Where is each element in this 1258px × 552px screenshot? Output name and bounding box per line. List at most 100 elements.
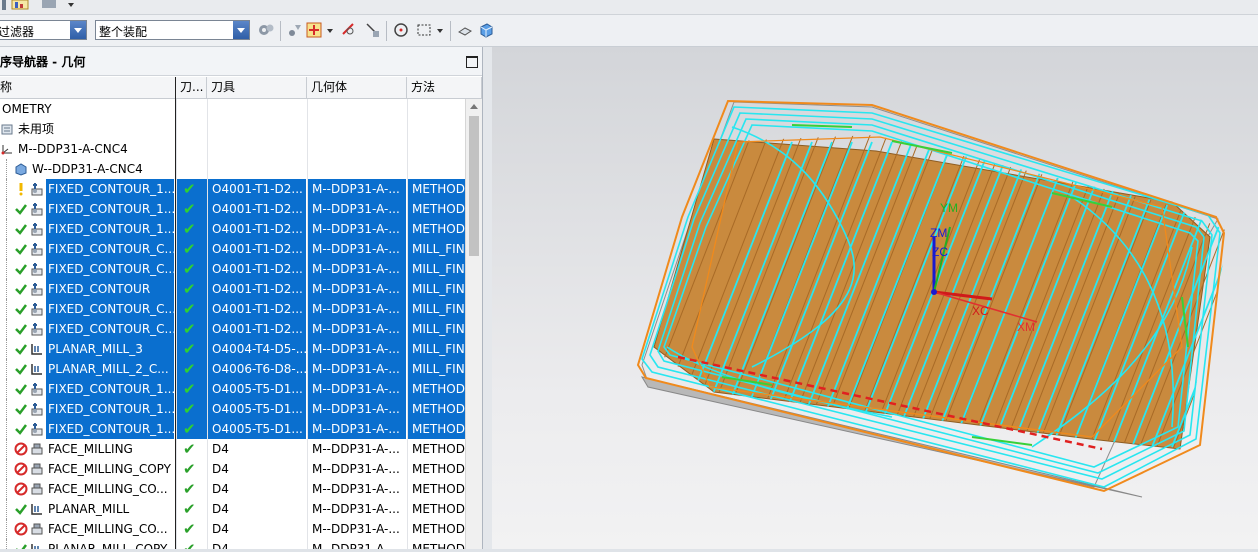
toolbar-separator	[450, 21, 451, 41]
face-milling-icon	[30, 462, 44, 476]
planar-mill-icon	[30, 502, 44, 516]
table-row[interactable]: FIXED_CONTOUR_1... ✔ O4005-T5-D1... M--DDP3…	[0, 379, 465, 399]
maximize-icon[interactable]	[466, 56, 478, 68]
row-name-cell[interactable]: FIXED_CONTOUR_1...	[0, 219, 174, 239]
graphics-viewport[interactable]: YM ZM ZC XC XM	[492, 47, 1258, 549]
row-name-cell[interactable]: FIXED_CONTOUR_C...	[0, 319, 174, 339]
table-row[interactable]: FIXED_CONTOUR_1... ✔ O4005-T5-D1... M--DDP3…	[0, 419, 465, 439]
wireframe-view-icon[interactable]	[457, 22, 473, 38]
panel-splitter[interactable]	[483, 47, 492, 549]
endpoint-snap-icon[interactable]	[341, 22, 357, 38]
table-row[interactable]: PLANAR_MILL_3 ✔ O4004-T4-D5-... M--DDP31-A-…	[0, 339, 465, 359]
column-header-tool[interactable]: 刀具	[207, 77, 307, 98]
row-name-cell[interactable]: FIXED_CONTOUR_C...	[0, 239, 174, 259]
row-name-label: FIXED_CONTOUR_1...	[46, 399, 174, 419]
row-name-cell[interactable]: FIXED_CONTOUR_1...	[0, 399, 174, 419]
table-row[interactable]: FIXED_CONTOUR_C... ✔ O4001-T1-D2... M--DDP3…	[0, 319, 465, 339]
row-name-cell[interactable]: FIXED_CONTOUR_C...	[0, 259, 174, 279]
face-milling-icon	[30, 482, 44, 496]
row-name-cell[interactable]: FACE_MILLING	[0, 439, 174, 459]
row-name-cell[interactable]: PLANAR_MILL	[0, 499, 174, 519]
table-row[interactable]: FIXED_CONTOUR ✔ O4001-T1-D2... M--DDP31-A-.…	[0, 279, 465, 299]
table-row[interactable]: PLANAR_MILL_COPY ✔ D4 M--DDP31-A-... METHOD	[0, 539, 465, 549]
row-name-cell[interactable]: FIXED_CONTOUR	[0, 279, 174, 299]
row-name-cell[interactable]: M--DDP31-A-CNC4	[0, 139, 174, 159]
rectangle-select-icon[interactable]	[416, 22, 432, 38]
row-name-cell[interactable]: OMETRY	[0, 99, 174, 119]
chevron-down-icon[interactable]	[326, 22, 334, 38]
table-row[interactable]: 未用项	[0, 119, 465, 139]
toolpath-status-cell: ✔	[176, 479, 207, 499]
point-select-icon[interactable]	[306, 22, 322, 38]
row-name-cell[interactable]: FIXED_CONTOUR_1...	[0, 419, 174, 439]
shaded-body-icon[interactable]	[478, 22, 494, 38]
table-row[interactable]: FIXED_CONTOUR_C... ✔ O4001-T1-D2... M--DDP3…	[0, 239, 465, 259]
row-name-cell[interactable]: FIXED_CONTOUR_1...	[0, 179, 174, 199]
workpiece-icon	[14, 162, 28, 176]
axis-label-ym: YM	[940, 201, 958, 215]
chart-toolbar-icon[interactable]	[10, 0, 32, 10]
table-row[interactable]: FIXED_CONTOUR_1... ✔ O4005-T5-D1... M--DDP3…	[0, 399, 465, 419]
table-row[interactable]: PLANAR_MILL ✔ D4 M--DDP31-A-... METHOD	[0, 499, 465, 519]
fixed-contour-icon	[30, 262, 44, 276]
center-point-icon[interactable]	[393, 22, 409, 38]
table-row[interactable]: M--DDP31-A-CNC4	[0, 139, 465, 159]
snap-point-icon[interactable]	[287, 22, 303, 38]
row-name-label: FIXED_CONTOUR	[46, 279, 174, 299]
gear-filter-icon[interactable]	[258, 22, 274, 38]
view-dropdown-icon[interactable]	[40, 0, 76, 10]
toolpath-status-cell	[176, 159, 207, 179]
table-row[interactable]: FACE_MILLING_COPY ✔ D4 M--DDP31-A-... METHOD	[0, 459, 465, 479]
row-name-cell[interactable]: PLANAR_MILL_3	[0, 339, 174, 359]
pick-geometry-icon[interactable]	[364, 22, 380, 38]
row-name-cell[interactable]: FACE_MILLING_CO...	[0, 479, 174, 499]
chevron-down-icon[interactable]	[70, 21, 86, 39]
table-row[interactable]: OMETRY	[0, 99, 465, 119]
column-header-geometry[interactable]: 几何体	[307, 77, 407, 98]
row-name-cell[interactable]: 未用项	[0, 119, 174, 139]
row-name-cell[interactable]: FIXED_CONTOUR_1...	[0, 379, 174, 399]
row-name-cell[interactable]: PLANAR_MILL_2_C...	[0, 359, 174, 379]
scroll-up-icon[interactable]	[470, 104, 478, 109]
complete-check-icon	[14, 222, 28, 236]
table-row[interactable]: FIXED_CONTOUR_1... ✔ O4001-T1-D2... M--DDP3…	[0, 199, 465, 219]
table-row[interactable]: FACE_MILLING_CO... ✔ D4 M--DDP31-A-... METHO…	[0, 479, 465, 499]
toolpath-scene[interactable]: YM ZM ZC XC XM	[492, 47, 1258, 549]
chevron-down-icon[interactable]	[436, 22, 444, 38]
row-name-cell[interactable]: W--DDP31-A-CNC4	[0, 159, 174, 179]
table-row[interactable]: FACE_MILLING_CO... ✔ D4 M--DDP31-A-... METHO…	[0, 519, 465, 539]
row-name-cell[interactable]: PLANAR_MILL_COPY	[0, 539, 174, 549]
tool-cell	[207, 99, 306, 119]
check-icon: ✔	[183, 180, 196, 198]
type-filter-dropdown[interactable]: 过滤器	[0, 20, 87, 40]
toolbar-partial-icon[interactable]	[2, 0, 6, 10]
tree-line	[6, 359, 8, 379]
geometry-cell: M--DDP31-A-...	[307, 379, 406, 399]
row-name-cell[interactable]: FIXED_CONTOUR_1...	[0, 199, 174, 219]
table-row[interactable]: PLANAR_MILL_2_C... ✔ O4006-T6-D8-... M--DDP…	[0, 359, 465, 379]
table-row[interactable]: FACE_MILLING ✔ D4 M--DDP31-A-... METHOD	[0, 439, 465, 459]
column-header-name[interactable]: 称	[0, 77, 176, 98]
row-name-cell[interactable]: FIXED_CONTOUR_C...	[0, 299, 174, 319]
scrollbar-thumb[interactable]	[469, 116, 479, 256]
method-cell: METHOD	[407, 419, 465, 439]
navigator-title: 序导航器 - 几何	[0, 55, 86, 69]
complete-check-icon	[14, 342, 28, 356]
table-row[interactable]: FIXED_CONTOUR_1... ✔ O4001-T1-D2... M--DDP3…	[0, 219, 465, 239]
table-row[interactable]: FIXED_CONTOUR_C... ✔ O4001-T1-D2... M--DDP3…	[0, 299, 465, 319]
selection-scope-dropdown[interactable]: 整个装配	[95, 20, 250, 40]
method-cell: MILL_FIN	[407, 259, 465, 279]
complete-check-icon	[14, 502, 28, 516]
column-header-toolpath-status[interactable]: 刀...	[176, 77, 207, 98]
navigator-vertical-scrollbar[interactable]	[465, 99, 482, 549]
table-row[interactable]: W--DDP31-A-CNC4	[0, 159, 465, 179]
table-row[interactable]: FIXED_CONTOUR_1... ✔ O4001-T1-D2... M--DDP3…	[0, 179, 465, 199]
method-cell: MILL_FIN	[407, 319, 465, 339]
column-header-method[interactable]: 方法	[407, 77, 482, 98]
row-name-cell[interactable]: FACE_MILLING_COPY	[0, 459, 174, 479]
table-row[interactable]: FIXED_CONTOUR_C... ✔ O4001-T1-D2... M--DDP3…	[0, 259, 465, 279]
selection-toolbar: 过滤器 整个装配	[0, 15, 1258, 47]
chevron-down-icon[interactable]	[233, 21, 249, 39]
tool-cell: O4005-T5-D1...	[207, 419, 306, 439]
row-name-cell[interactable]: FACE_MILLING_CO...	[0, 519, 174, 539]
